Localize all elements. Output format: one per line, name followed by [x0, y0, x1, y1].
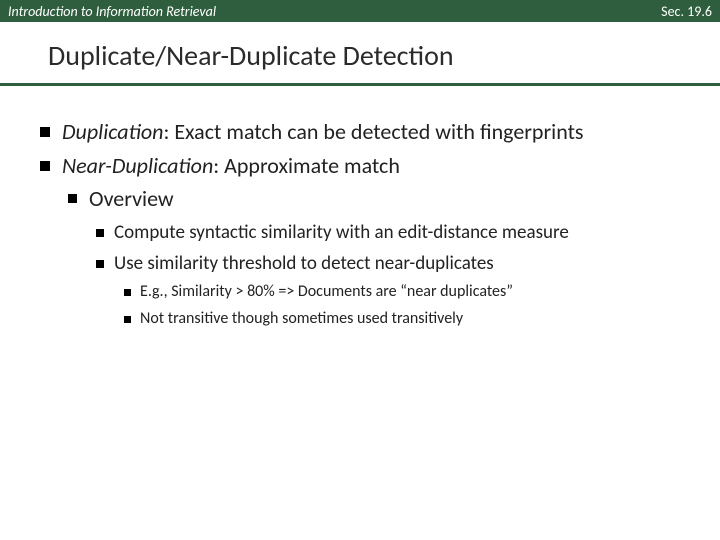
bullet-example: E.g., Similarity > 80% => Documents are … [124, 282, 680, 303]
slide-title: Duplicate/Near-Duplicate Detection [0, 38, 720, 77]
square-bullet-icon [40, 161, 50, 171]
section-number: Sec. 19.6 [661, 3, 712, 20]
square-bullet-icon [96, 229, 104, 237]
bullet-compute-similarity: Compute syntactic similarity with an edi… [96, 221, 680, 245]
bullet-text: Not transitive though sometimes used tra… [140, 309, 463, 330]
bullet-rest: : Approximate match [213, 152, 400, 179]
quoted-near-duplicates: near duplicates [400, 282, 513, 301]
square-bullet-icon [124, 316, 131, 323]
bullet-rest: : Exact match can be detected with finge… [163, 118, 583, 145]
bullet-text: Compute syntactic similarity with an edi… [114, 221, 569, 245]
course-title: Introduction to Information Retrieval [8, 3, 216, 20]
square-bullet-icon [96, 260, 104, 268]
bullet-text: Use similarity threshold to detect near-… [114, 252, 494, 276]
bullet-threshold: Use similarity threshold to detect near-… [96, 252, 680, 276]
bullet-duplication: Duplication: Exact match can be detected… [40, 118, 680, 146]
square-bullet-icon [68, 194, 77, 203]
bullet-not-transitive: Not transitive though sometimes used tra… [124, 309, 680, 330]
title-underline [0, 83, 720, 86]
square-bullet-icon [40, 127, 50, 137]
bullet-overview: Overview [68, 185, 680, 213]
bullet-text: Near-Duplication: Approximate match [62, 152, 680, 180]
title-section: Duplicate/Near-Duplicate Detection [0, 22, 720, 94]
bullet-text: Duplication: Exact match can be detected… [62, 118, 680, 146]
square-bullet-icon [124, 289, 131, 296]
term-duplication: Duplication [62, 118, 163, 145]
term-near-duplication: Near-Duplication [62, 152, 213, 179]
example-prefix: E.g., Similarity > 80% => Documents are [140, 282, 400, 301]
bullet-text: E.g., Similarity > 80% => Documents are … [140, 282, 513, 303]
bullet-text: Overview [89, 185, 174, 213]
slide-content: Duplication: Exact match can be detected… [0, 94, 720, 330]
header-bar: Introduction to Information Retrieval Se… [0, 0, 720, 22]
bullet-near-duplication: Near-Duplication: Approximate match [40, 152, 680, 180]
